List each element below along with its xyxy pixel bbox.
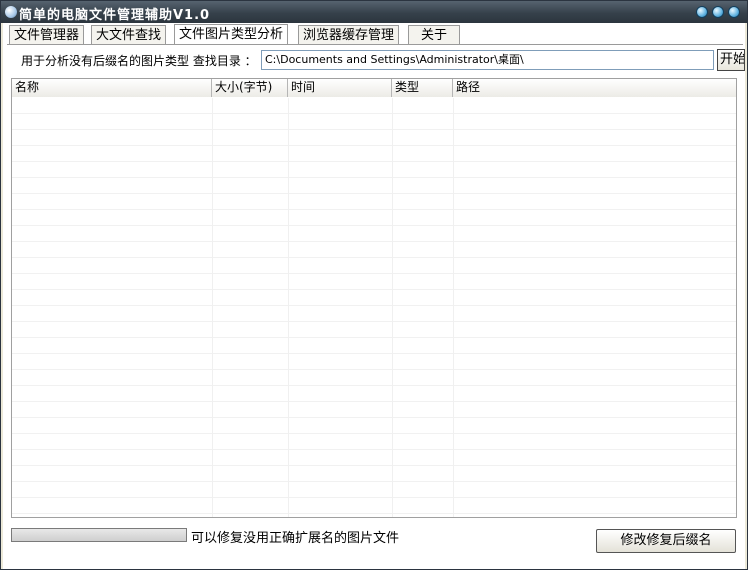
minimize-icon[interactable] (696, 6, 708, 18)
close-icon[interactable] (728, 6, 740, 18)
search-dir-label: 用于分析没有后缀名的图片类型 查找目录 ： (21, 54, 257, 68)
start-button[interactable]: 开始 (717, 49, 745, 71)
column-header-name[interactable]: 名称 (12, 79, 212, 97)
tab-divider (7, 44, 743, 45)
main-content: 文件管理器 大文件查找 文件图片类型分析 浏览器缓存管理 关于 用于分析没有后缀… (3, 23, 745, 569)
result-table: 名称 大小(字节) 时间 类型 路径 (11, 78, 737, 518)
app-icon (5, 6, 17, 18)
column-divider (453, 98, 454, 517)
status-text: 可以修复没用正确扩展名的图片文件 (191, 531, 400, 546)
column-divider (212, 98, 213, 517)
table-body[interactable] (12, 98, 736, 517)
maximize-icon[interactable] (712, 6, 724, 18)
progress-bar (11, 528, 187, 542)
column-divider (392, 98, 393, 517)
tab-browser-cache[interactable]: 浏览器缓存管理 (298, 25, 400, 45)
app-window: 简单的电脑文件管理辅助V1.0 文件管理器 大文件查找 文件图片类型分析 浏览器… (0, 0, 748, 570)
column-header-time[interactable]: 时间 (288, 79, 392, 97)
column-header-type[interactable]: 类型 (392, 79, 453, 97)
title-bar[interactable]: 简单的电脑文件管理辅助V1.0 (1, 1, 747, 23)
window-title: 简单的电脑文件管理辅助V1.0 (19, 8, 211, 23)
tab-image-type-analysis[interactable]: 文件图片类型分析 (174, 24, 289, 45)
column-divider (288, 98, 289, 517)
tab-about[interactable]: 关于 (408, 25, 460, 45)
tab-file-manager[interactable]: 文件管理器 (9, 25, 85, 45)
column-header-path[interactable]: 路径 (453, 79, 736, 97)
column-header-size[interactable]: 大小(字节) (212, 79, 288, 97)
table-header: 名称 大小(字节) 时间 类型 路径 (12, 79, 736, 97)
tab-large-file-search[interactable]: 大文件查找 (91, 25, 167, 45)
fix-extension-button[interactable]: 修改修复后缀名 (596, 529, 736, 553)
search-dir-input[interactable]: C:\Documents and Settings\Administrator\… (261, 50, 714, 70)
